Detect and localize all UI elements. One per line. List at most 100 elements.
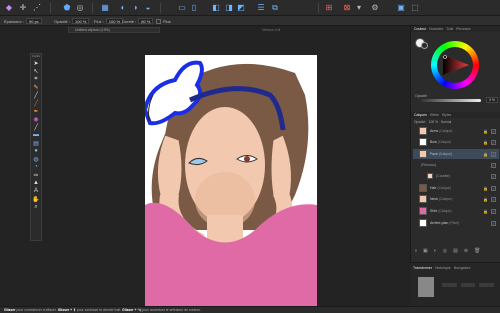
selection-brush-icon[interactable]: ✎ xyxy=(31,83,41,91)
assistant-icon[interactable]: ⚙ xyxy=(370,3,380,13)
color-wheel[interactable] xyxy=(431,41,479,89)
mask-icon[interactable]: ▣ xyxy=(423,248,428,254)
tab-pinceaux[interactable]: Pinceaux xyxy=(456,27,470,31)
shape-tool-icon[interactable]: ▲ xyxy=(31,179,41,187)
lock-icon[interactable]: 🔒 xyxy=(483,140,488,145)
layer-row[interactable]: Hair (Calque) 🔒 ✓ xyxy=(413,183,499,193)
auto-colors-icon[interactable]: ◑ xyxy=(130,3,140,13)
layer-row[interactable]: Shirt (Calque) 🔒 ✓ xyxy=(413,206,499,216)
tab-nuancier[interactable]: Nuancier xyxy=(429,27,443,31)
opacity-slider[interactable] xyxy=(421,99,481,102)
adjustment-icon[interactable]: ◐ xyxy=(434,248,437,254)
hand-tool-icon[interactable]: ✋ xyxy=(31,195,41,203)
healing-tool-icon[interactable]: ◔ xyxy=(31,163,41,171)
width-control[interactable]: Épaisseur : 90 px xyxy=(4,18,42,24)
group-icon[interactable]: ▤ xyxy=(453,248,458,254)
quick-mask-icon[interactable]: ◨ xyxy=(224,3,234,13)
blend-opacity-value[interactable]: 100 % xyxy=(429,120,438,124)
visibility-checkbox[interactable]: ✓ xyxy=(491,173,496,179)
pen-tool-icon[interactable]: ✑ xyxy=(31,171,41,179)
smudge-tool-icon[interactable]: ● xyxy=(31,147,41,155)
persona-photo-icon[interactable]: ⬟ xyxy=(62,3,72,13)
flow-control[interactable]: Flux : 100 % xyxy=(94,18,124,24)
paint-brush-icon[interactable]: ╱ xyxy=(31,99,41,107)
lock-icon[interactable]: 🔒 xyxy=(483,129,488,134)
opacity-value[interactable]: 100 % xyxy=(72,18,90,24)
more-button[interactable]: Plus xyxy=(156,18,171,24)
visibility-checkbox[interactable]: ✓ xyxy=(491,220,496,226)
width-value[interactable]: 90 px xyxy=(26,18,42,24)
tab-trait[interactable]: Trait xyxy=(446,27,453,31)
view-mode-icon[interactable]: ▣ xyxy=(396,3,406,13)
layer-row-selected[interactable]: Face (Calque) 🔒 ✓ xyxy=(413,149,499,159)
navigator-preview[interactable] xyxy=(418,277,434,297)
layer-row[interactable]: Bow (Calque) 🔒 ✓ xyxy=(413,137,499,147)
auto-levels-icon[interactable]: ▦ xyxy=(100,3,110,13)
text-tool-icon[interactable]: A xyxy=(31,187,41,195)
blend-mode-value[interactable]: Normal xyxy=(441,120,451,124)
view-tool-icon[interactable]: ↖ xyxy=(31,67,41,75)
auto-white-balance-icon[interactable]: ◒ xyxy=(143,3,153,13)
lock-icon[interactable]: 🔒 xyxy=(483,152,488,157)
auto-contrast-icon[interactable]: ◐ xyxy=(118,3,128,13)
tab-styles[interactable]: Styles xyxy=(442,113,452,117)
tab-transformer[interactable]: Transformer xyxy=(413,266,432,270)
delete-layer-icon[interactable]: 🗑 xyxy=(474,248,480,254)
refine-icon[interactable]: ◩ xyxy=(236,3,246,13)
lock-icon[interactable]: 🔒 xyxy=(483,186,488,191)
secondary-color-swatch[interactable] xyxy=(421,42,428,49)
visibility-checkbox[interactable]: ✓ xyxy=(491,162,496,168)
layer-row[interactable]: Arms (Calque) 🔒 ✓ xyxy=(413,126,499,136)
live-filter-icon[interactable]: ◎ xyxy=(443,248,447,254)
flow-value[interactable]: 100 % xyxy=(105,18,124,24)
color-picker-icon[interactable]: ✒ xyxy=(31,107,41,115)
visibility-checkbox[interactable]: ✓ xyxy=(491,128,496,134)
tab-couleur[interactable]: Couleur xyxy=(414,27,426,31)
opacity-control[interactable]: Opacité : 100 % xyxy=(54,18,90,24)
document-canvas[interactable] xyxy=(145,55,317,307)
move-tool-icon[interactable]: ➤ xyxy=(31,59,41,67)
layer-row-child[interactable]: (Courbe) ✓ xyxy=(413,171,499,181)
expand-icon[interactable]: ⬚ xyxy=(410,3,420,13)
flood-select-icon[interactable]: ╱ xyxy=(31,91,41,99)
visibility-checkbox[interactable]: ✓ xyxy=(491,185,496,191)
tab-historique[interactable]: Historique xyxy=(435,266,451,270)
visibility-checkbox[interactable]: ✓ xyxy=(491,208,496,214)
layer-fx-icon[interactable]: ◑ xyxy=(414,248,417,254)
transform-field[interactable] xyxy=(460,283,476,287)
erase-brush-icon[interactable]: ╱ xyxy=(31,123,41,131)
clone-tool-icon[interactable]: ◍ xyxy=(31,155,41,163)
app-logo-icon[interactable]: ◆ xyxy=(4,3,14,13)
arrange-icon[interactable]: ⧉ xyxy=(270,3,280,13)
transform-field[interactable] xyxy=(479,283,495,287)
fill-tool-icon[interactable]: ◉ xyxy=(31,115,41,123)
lock-icon[interactable]: 🔒 xyxy=(483,209,488,214)
tab-calques[interactable]: Calques xyxy=(414,113,427,117)
snapping-icon[interactable]: ⊞ xyxy=(324,3,334,13)
dodge-tool-icon[interactable]: ▤ xyxy=(31,139,41,147)
share-icon[interactable]: ⋰ xyxy=(32,3,42,13)
move-persona-icon[interactable]: ✛ xyxy=(18,3,28,13)
more-checkbox-icon[interactable] xyxy=(156,18,161,24)
invert-selection-icon[interactable]: ◧ xyxy=(211,3,221,13)
color-triangle[interactable] xyxy=(439,49,471,81)
snapping-toggle-icon[interactable]: ⊠ xyxy=(342,3,352,13)
add-layer-icon[interactable]: ⊕ xyxy=(464,248,468,254)
snapping-options-icon[interactable]: ▾ xyxy=(354,3,364,13)
gradient-tool-icon[interactable]: ▬ xyxy=(31,131,41,139)
transform-field[interactable] xyxy=(442,283,457,287)
visibility-checkbox[interactable]: ✓ xyxy=(491,139,496,145)
tab-navigateur[interactable]: Navigateur xyxy=(454,266,471,270)
opacity-panel-value[interactable]: 0 % xyxy=(486,97,499,103)
document-tab-secondary[interactable]: Version d.dl xyxy=(262,27,322,33)
layer-row[interactable]: Neck (Calque) 🔒 ✓ xyxy=(413,194,499,204)
deselect-icon[interactable]: ▯ xyxy=(189,3,199,13)
hardness-control[interactable]: Dureté : 80 % xyxy=(122,18,154,24)
zoom-tool-icon[interactable]: ⌕ xyxy=(31,203,41,211)
align-icon[interactable]: ☰ xyxy=(256,3,266,13)
visibility-checkbox[interactable]: ✓ xyxy=(491,196,496,202)
persona-liquify-icon[interactable]: ◎ xyxy=(75,3,85,13)
tab-effets[interactable]: Effets xyxy=(430,113,439,117)
crop-tool-icon[interactable]: ⌗ xyxy=(31,75,41,83)
visibility-checkbox[interactable]: ✓ xyxy=(491,151,496,157)
